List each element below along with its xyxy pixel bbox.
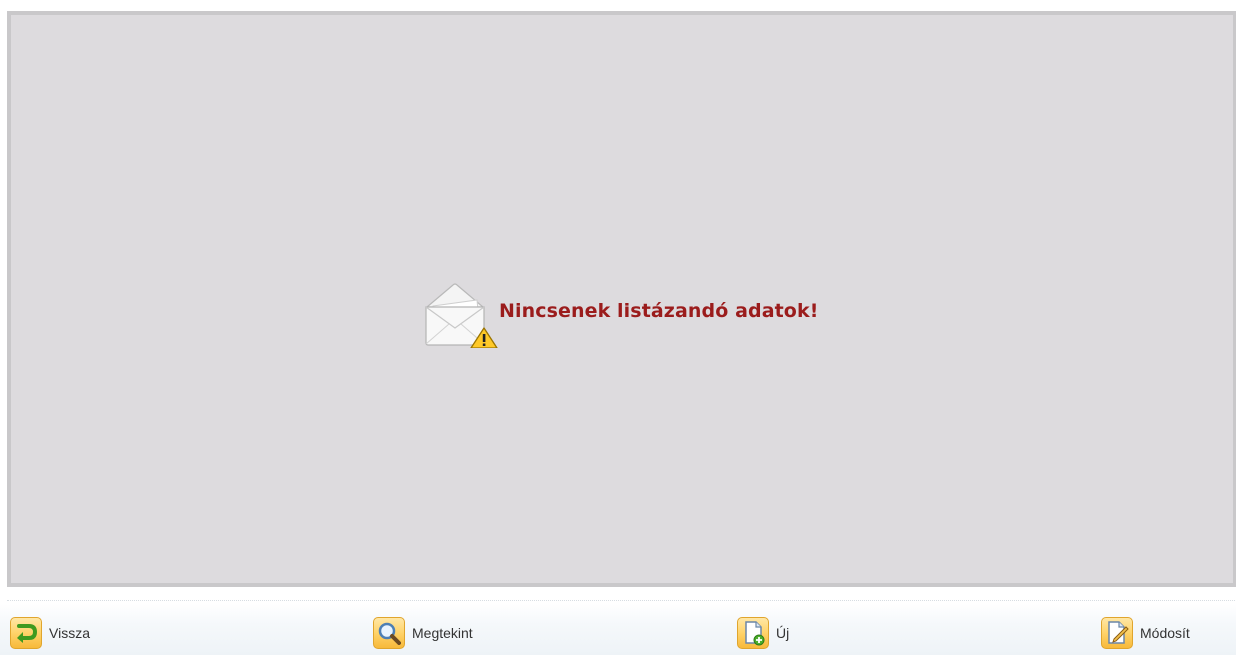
envelope-warning-icon — [423, 282, 501, 349]
back-arrow-icon — [10, 617, 42, 649]
edit-document-icon — [1101, 617, 1133, 649]
view-button[interactable]: Megtekint — [373, 617, 473, 649]
list-panel: Nincsenek listázandó adatok! — [7, 11, 1236, 587]
edit-label: Módosít — [1140, 625, 1190, 641]
view-label: Megtekint — [412, 625, 473, 641]
edit-button[interactable]: Módosít — [1101, 617, 1190, 649]
new-label: Új — [776, 625, 790, 641]
new-document-icon — [737, 617, 769, 649]
new-button[interactable]: Új — [737, 617, 789, 649]
bottom-toolbar: Vissza Megtekint Új Módosít — [0, 604, 1236, 655]
empty-state-message: Nincsenek listázandó adatok! — [499, 300, 819, 322]
toolbar-divider — [7, 600, 1236, 601]
back-label: Vissza — [49, 625, 90, 641]
empty-state: Nincsenek listázandó adatok! — [423, 282, 819, 349]
magnifier-icon — [373, 617, 405, 649]
back-button[interactable]: Vissza — [10, 617, 90, 649]
